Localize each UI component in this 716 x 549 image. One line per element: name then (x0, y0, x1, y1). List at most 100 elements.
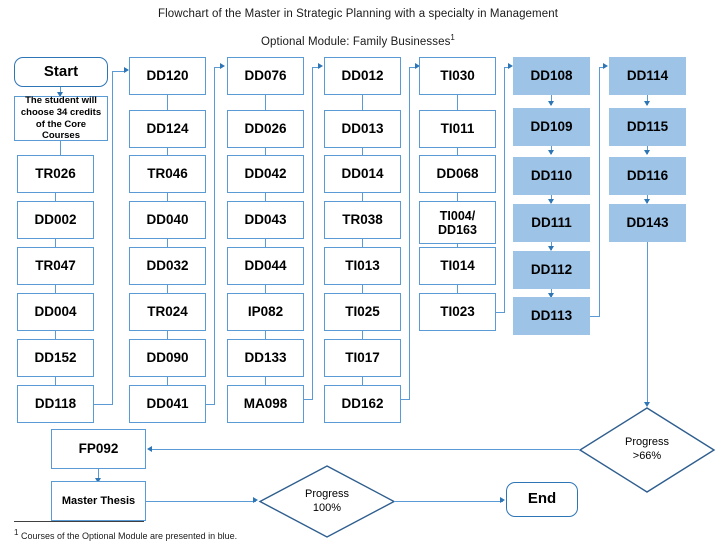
node-column-2-6[interactable]: DD090 (129, 339, 206, 377)
connector-column-1-0-1 (55, 193, 57, 201)
connector-column-4-0-1 (362, 95, 364, 110)
node-column-3-6[interactable]: DD133 (227, 339, 304, 377)
arrow-progress100-to-end (500, 497, 505, 503)
connector-column-4-4-5 (362, 285, 364, 293)
node-column-3-4[interactable]: DD044 (227, 247, 304, 285)
connector-column-4-6-7 (362, 377, 364, 385)
node-column-7-3[interactable]: DD143 (609, 204, 686, 242)
node-end[interactable]: End (506, 482, 578, 517)
decision-progress-100[interactable]: Progress 100% (258, 464, 396, 539)
page-title: Flowchart of the Master in Strategic Pla… (157, 8, 559, 20)
node-column-1-3[interactable]: DD004 (17, 293, 94, 331)
connector-column-2-1-2 (167, 148, 169, 155)
node-column-4-5[interactable]: TI025 (324, 293, 401, 331)
arrow-col2-to-col3 (220, 63, 225, 69)
footnote-text: Courses of the Optional Module are prese… (20, 531, 238, 541)
node-column-4-6[interactable]: TI017 (324, 339, 401, 377)
connector-column-3-0-1 (265, 95, 267, 110)
connector-col5-to-col6-v (504, 67, 506, 313)
node-column-5-5[interactable]: TI023 (419, 293, 496, 331)
node-fp092[interactable]: FP092 (51, 429, 146, 469)
node-column-4-4[interactable]: TI013 (324, 247, 401, 285)
connector-column-2-0-1 (167, 95, 169, 110)
flowchart-canvas: Flowchart of the Master in Strategic Pla… (0, 0, 716, 549)
node-column-6-2[interactable]: DD110 (513, 157, 590, 195)
node-column-5-2[interactable]: DD068 (419, 155, 496, 193)
node-column-2-5[interactable]: TR024 (129, 293, 206, 331)
node-column-3-1[interactable]: DD026 (227, 110, 304, 148)
page-subtitle-text: Optional Module: Family Businesses (261, 35, 451, 48)
node-column-6-0[interactable]: DD108 (513, 57, 590, 95)
node-column-1-2[interactable]: TR047 (17, 247, 94, 285)
node-column-3-3[interactable]: DD043 (227, 201, 304, 239)
node-column-4-7[interactable]: DD162 (324, 385, 401, 423)
connector-column-1-4-5 (55, 377, 57, 385)
connector-column-2-4-5 (167, 285, 169, 293)
node-column-3-2[interactable]: DD042 (227, 155, 304, 193)
connector-column-4-2-3 (362, 193, 364, 201)
node-column-6-1[interactable]: DD109 (513, 108, 590, 146)
node-column-7-0[interactable]: DD114 (609, 57, 686, 95)
connector-column-5-2-3 (457, 193, 459, 201)
connector-col6-to-col7-v (599, 67, 601, 317)
node-column-4-3[interactable]: TR038 (324, 201, 401, 239)
connector-col1-to-col2-v (112, 71, 114, 405)
connector-column-3-2-3 (265, 193, 267, 201)
node-column-2-7[interactable]: DD041 (129, 385, 206, 423)
connector-col4-to-col5-v (409, 67, 411, 400)
node-column-6-3[interactable]: DD111 (513, 204, 590, 242)
connector-column-3-6-7 (265, 377, 267, 385)
page-subtitle-superscript: 1 (450, 33, 455, 42)
connector-column-5-4-5 (457, 285, 459, 293)
connector-progress100-to-end (394, 501, 503, 503)
connector-column-5-1-2 (457, 148, 459, 155)
diamond-shape-progress-66 (578, 407, 716, 493)
connector-col7-to-progress66 (647, 242, 649, 405)
node-start[interactable]: Start (14, 57, 108, 87)
node-column-1-4[interactable]: DD152 (17, 339, 94, 377)
arrow-progress66-to-fp092 (147, 446, 152, 452)
node-master-thesis[interactable]: Master Thesis (51, 481, 146, 521)
connector-column-2-6-7 (167, 377, 169, 385)
footnote: 1 Courses of the Optional Module are pre… (14, 528, 237, 541)
node-column-1-0[interactable]: TR026 (17, 155, 94, 193)
arrow-column-7-0-1 (644, 101, 650, 106)
arrow-col3-to-col4 (318, 63, 323, 69)
node-column-4-0[interactable]: DD012 (324, 57, 401, 95)
diamond-shape-progress-100 (258, 465, 396, 538)
node-column-2-2[interactable]: TR046 (129, 155, 206, 193)
node-column-5-1[interactable]: TI011 (419, 110, 496, 148)
connector-column-4-5-6 (362, 331, 364, 339)
node-column-7-1[interactable]: DD115 (609, 108, 686, 146)
node-column-1-5[interactable]: DD118 (17, 385, 94, 423)
node-column-5-4[interactable]: TI014 (419, 247, 496, 285)
decision-progress-66[interactable]: Progress >66% (578, 406, 716, 494)
connector-column-2-2-3 (167, 193, 169, 201)
node-column-3-5[interactable]: IP082 (227, 293, 304, 331)
connector-thesis-to-progress100 (146, 501, 256, 503)
node-column-2-3[interactable]: DD040 (129, 201, 206, 239)
arrow-column-6-0-1 (548, 101, 554, 106)
connector-progress66-to-fp092 (152, 449, 579, 451)
connector-column-2-3-4 (167, 239, 169, 247)
node-column-2-1[interactable]: DD124 (129, 110, 206, 148)
connector-column-4-1-2 (362, 148, 364, 155)
node-column-6-5[interactable]: DD113 (513, 297, 590, 335)
node-column-2-0[interactable]: DD120 (129, 57, 206, 95)
connector-column-3-3-4 (265, 239, 267, 247)
node-column-5-0[interactable]: TI030 (419, 57, 496, 95)
node-column-3-7[interactable]: MA098 (227, 385, 304, 423)
node-column-3-0[interactable]: DD076 (227, 57, 304, 95)
node-column-4-1[interactable]: DD013 (324, 110, 401, 148)
node-column-4-2[interactable]: DD014 (324, 155, 401, 193)
connector-column-3-5-6 (265, 331, 267, 339)
node-column-1-1[interactable]: DD002 (17, 201, 94, 239)
node-column-6-4[interactable]: DD112 (513, 251, 590, 289)
footnote-divider (14, 521, 144, 523)
page-subtitle: Optional Module: Family Businesses1 (0, 33, 716, 48)
node-column-2-4[interactable]: DD032 (129, 247, 206, 285)
node-column-7-2[interactable]: DD116 (609, 157, 686, 195)
node-column-5-3[interactable]: TI004/ DD163 (419, 201, 496, 244)
connector-col3-to-col4-v (312, 67, 314, 400)
connector-column-1-2-3 (55, 285, 57, 293)
